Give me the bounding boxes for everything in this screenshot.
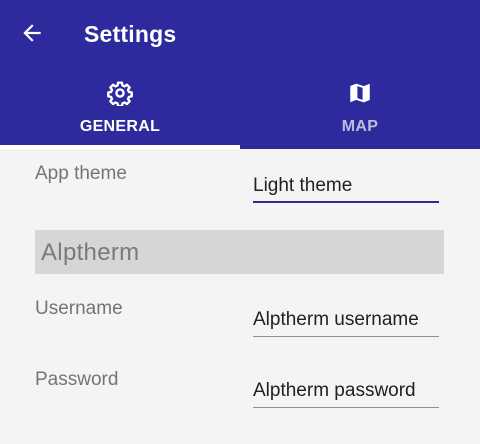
app-theme-underline: [253, 201, 439, 203]
map-icon: [350, 83, 370, 103]
arrow-left-icon: [23, 24, 41, 42]
section-header-alptherm: Alptherm: [35, 230, 444, 274]
app-theme-value: Light theme: [253, 175, 353, 196]
password-input[interactable]: Alptherm password: [253, 379, 439, 408]
app-bar: Settings GENERAL MAP: [0, 0, 480, 149]
username-input[interactable]: Alptherm username: [253, 308, 439, 337]
tab-general[interactable]: GENERAL: [0, 76, 240, 149]
selected-tab-indicator: [0, 145, 240, 149]
password-placeholder: Alptherm password: [253, 380, 416, 401]
app-theme-label: App theme: [35, 163, 127, 184]
username-label: Username: [35, 298, 123, 319]
gear-icon: [107, 81, 133, 106]
tab-map-label: MAP: [341, 118, 379, 135]
password-label: Password: [35, 369, 119, 390]
username-placeholder: Alptherm username: [253, 309, 419, 330]
username-underline: [253, 336, 439, 337]
page-title: Settings: [84, 21, 177, 47]
tab-general-label: GENERAL: [79, 118, 161, 135]
app-theme-select[interactable]: Light theme: [253, 174, 439, 203]
section-title: Alptherm: [41, 239, 140, 266]
password-underline: [253, 407, 439, 408]
tab-map[interactable]: MAP: [240, 76, 480, 149]
back-button[interactable]: [19, 20, 45, 46]
